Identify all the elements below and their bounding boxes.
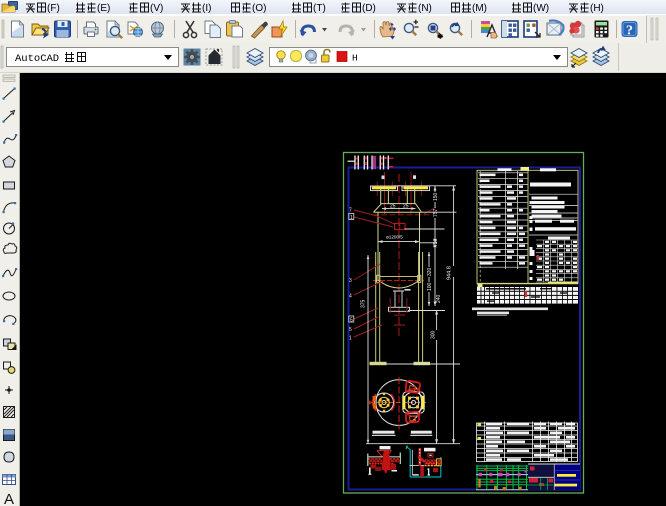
svg-text:(W): (W) bbox=[533, 3, 549, 14]
svg-text:150: 150 bbox=[433, 192, 439, 201]
svg-text:25: 25 bbox=[390, 204, 396, 210]
svg-text:944.8: 944.8 bbox=[447, 266, 453, 280]
svg-text:320: 320 bbox=[427, 267, 433, 276]
svg-text:(M): (M) bbox=[472, 3, 487, 14]
svg-text:4: 4 bbox=[349, 294, 352, 300]
svg-text:A: A bbox=[4, 491, 14, 506]
svg-text:(H): (H) bbox=[590, 3, 604, 14]
svg-text:1: 1 bbox=[349, 336, 352, 342]
svg-text:100: 100 bbox=[427, 282, 433, 291]
svg-text:AutoCAD: AutoCAD bbox=[15, 53, 59, 65]
svg-text:(F): (F) bbox=[47, 3, 60, 14]
svg-text:5: 5 bbox=[349, 327, 352, 333]
svg-text:H: H bbox=[352, 53, 358, 64]
svg-text:757: 757 bbox=[433, 208, 439, 217]
svg-text:5: 5 bbox=[350, 317, 353, 323]
svg-text:(D): (D) bbox=[362, 3, 376, 14]
svg-text:300: 300 bbox=[431, 330, 437, 339]
svg-text:(I): (I) bbox=[202, 3, 211, 14]
svg-text:7: 7 bbox=[349, 208, 352, 214]
svg-text:(T): (T) bbox=[313, 3, 326, 14]
svg-text:(E): (E) bbox=[97, 3, 110, 14]
svg-text:?: ? bbox=[626, 24, 633, 39]
svg-text:(N): (N) bbox=[418, 3, 432, 14]
svg-text:ø1200/5: ø1200/5 bbox=[386, 235, 403, 240]
svg-text:375: 375 bbox=[361, 299, 367, 308]
svg-text:(V): (V) bbox=[150, 3, 163, 14]
svg-text:750: 750 bbox=[433, 238, 439, 247]
svg-text:3: 3 bbox=[349, 278, 352, 284]
svg-text:1: 1 bbox=[350, 215, 353, 221]
svg-text:240: 240 bbox=[436, 294, 442, 303]
svg-text:25: 25 bbox=[403, 204, 409, 210]
svg-text:(O): (O) bbox=[252, 3, 266, 14]
